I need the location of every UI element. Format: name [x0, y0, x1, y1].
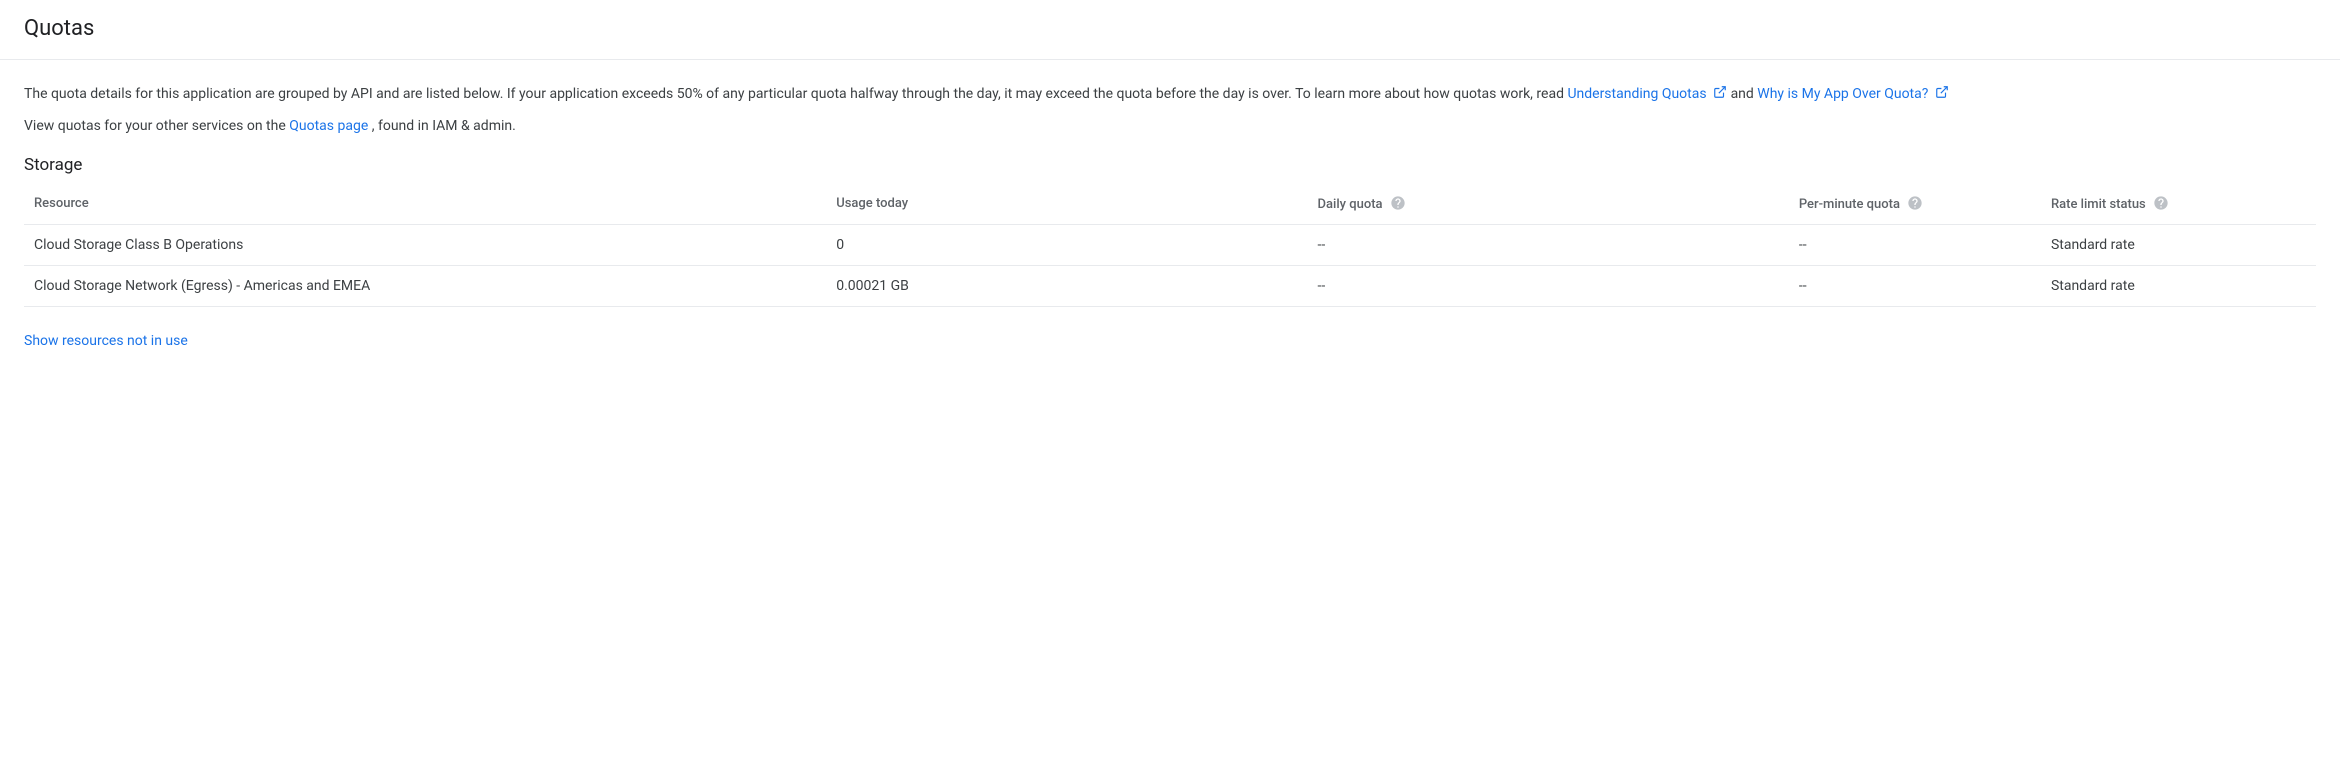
help-icon[interactable] — [1390, 195, 1406, 211]
quotas-page-link[interactable]: Quotas page — [289, 118, 371, 134]
description-part2: and — [1731, 86, 1758, 102]
table-header-row: Resource Usage today Daily quota Per-min… — [24, 183, 2316, 225]
cell-rate: Standard rate — [2041, 266, 2316, 307]
show-resources-link[interactable]: Show resources not in use — [24, 333, 188, 349]
header-rate: Rate limit status — [2041, 183, 2316, 225]
header-minute-label: Per-minute quota — [1799, 197, 1900, 212]
understanding-quotas-link[interactable]: Understanding Quotas — [1567, 86, 1730, 102]
cell-usage: 0 — [826, 225, 1307, 266]
page-title: Quotas — [24, 16, 2316, 41]
external-link-icon — [1713, 85, 1727, 99]
help-icon[interactable] — [1907, 195, 1923, 211]
header-rate-label: Rate limit status — [2051, 197, 2146, 212]
external-link-icon — [1935, 85, 1949, 99]
cell-rate: Standard rate — [2041, 225, 2316, 266]
cell-resource: Cloud Storage Class B Operations — [24, 225, 826, 266]
description2-part2: , found in IAM & admin. — [372, 118, 516, 134]
description2-part1: View quotas for your other services on t… — [24, 118, 289, 134]
header-resource: Resource — [24, 183, 826, 225]
header-usage: Usage today — [826, 183, 1307, 225]
help-icon[interactable] — [2153, 195, 2169, 211]
content-area: The quota details for this application a… — [0, 60, 2340, 373]
cell-resource: Cloud Storage Network (Egress) - America… — [24, 266, 826, 307]
table-row: Cloud Storage Class B Operations 0 -- --… — [24, 225, 2316, 266]
description2-text: View quotas for your other services on t… — [24, 116, 2316, 138]
over-quota-label: Why is My App Over Quota? — [1757, 86, 1928, 102]
table-row: Cloud Storage Network (Egress) - America… — [24, 266, 2316, 307]
header-daily-label: Daily quota — [1318, 197, 1383, 212]
header-daily: Daily quota — [1308, 183, 1789, 225]
quota-table: Resource Usage today Daily quota Per-min… — [24, 183, 2316, 307]
section-title-storage: Storage — [24, 155, 2316, 175]
description-part1: The quota details for this application a… — [24, 86, 1567, 102]
understanding-quotas-label: Understanding Quotas — [1567, 86, 1706, 102]
cell-usage: 0.00021 GB — [826, 266, 1307, 307]
header-minute: Per-minute quota — [1789, 183, 2041, 225]
cell-minute: -- — [1789, 266, 2041, 307]
table-body: Cloud Storage Class B Operations 0 -- --… — [24, 225, 2316, 307]
quotas-page-label: Quotas page — [289, 118, 368, 134]
over-quota-link[interactable]: Why is My App Over Quota? — [1757, 86, 1949, 102]
description-text: The quota details for this application a… — [24, 84, 2316, 106]
cell-daily: -- — [1308, 225, 1789, 266]
page-header: Quotas — [0, 0, 2340, 60]
cell-minute: -- — [1789, 225, 2041, 266]
cell-daily: -- — [1308, 266, 1789, 307]
